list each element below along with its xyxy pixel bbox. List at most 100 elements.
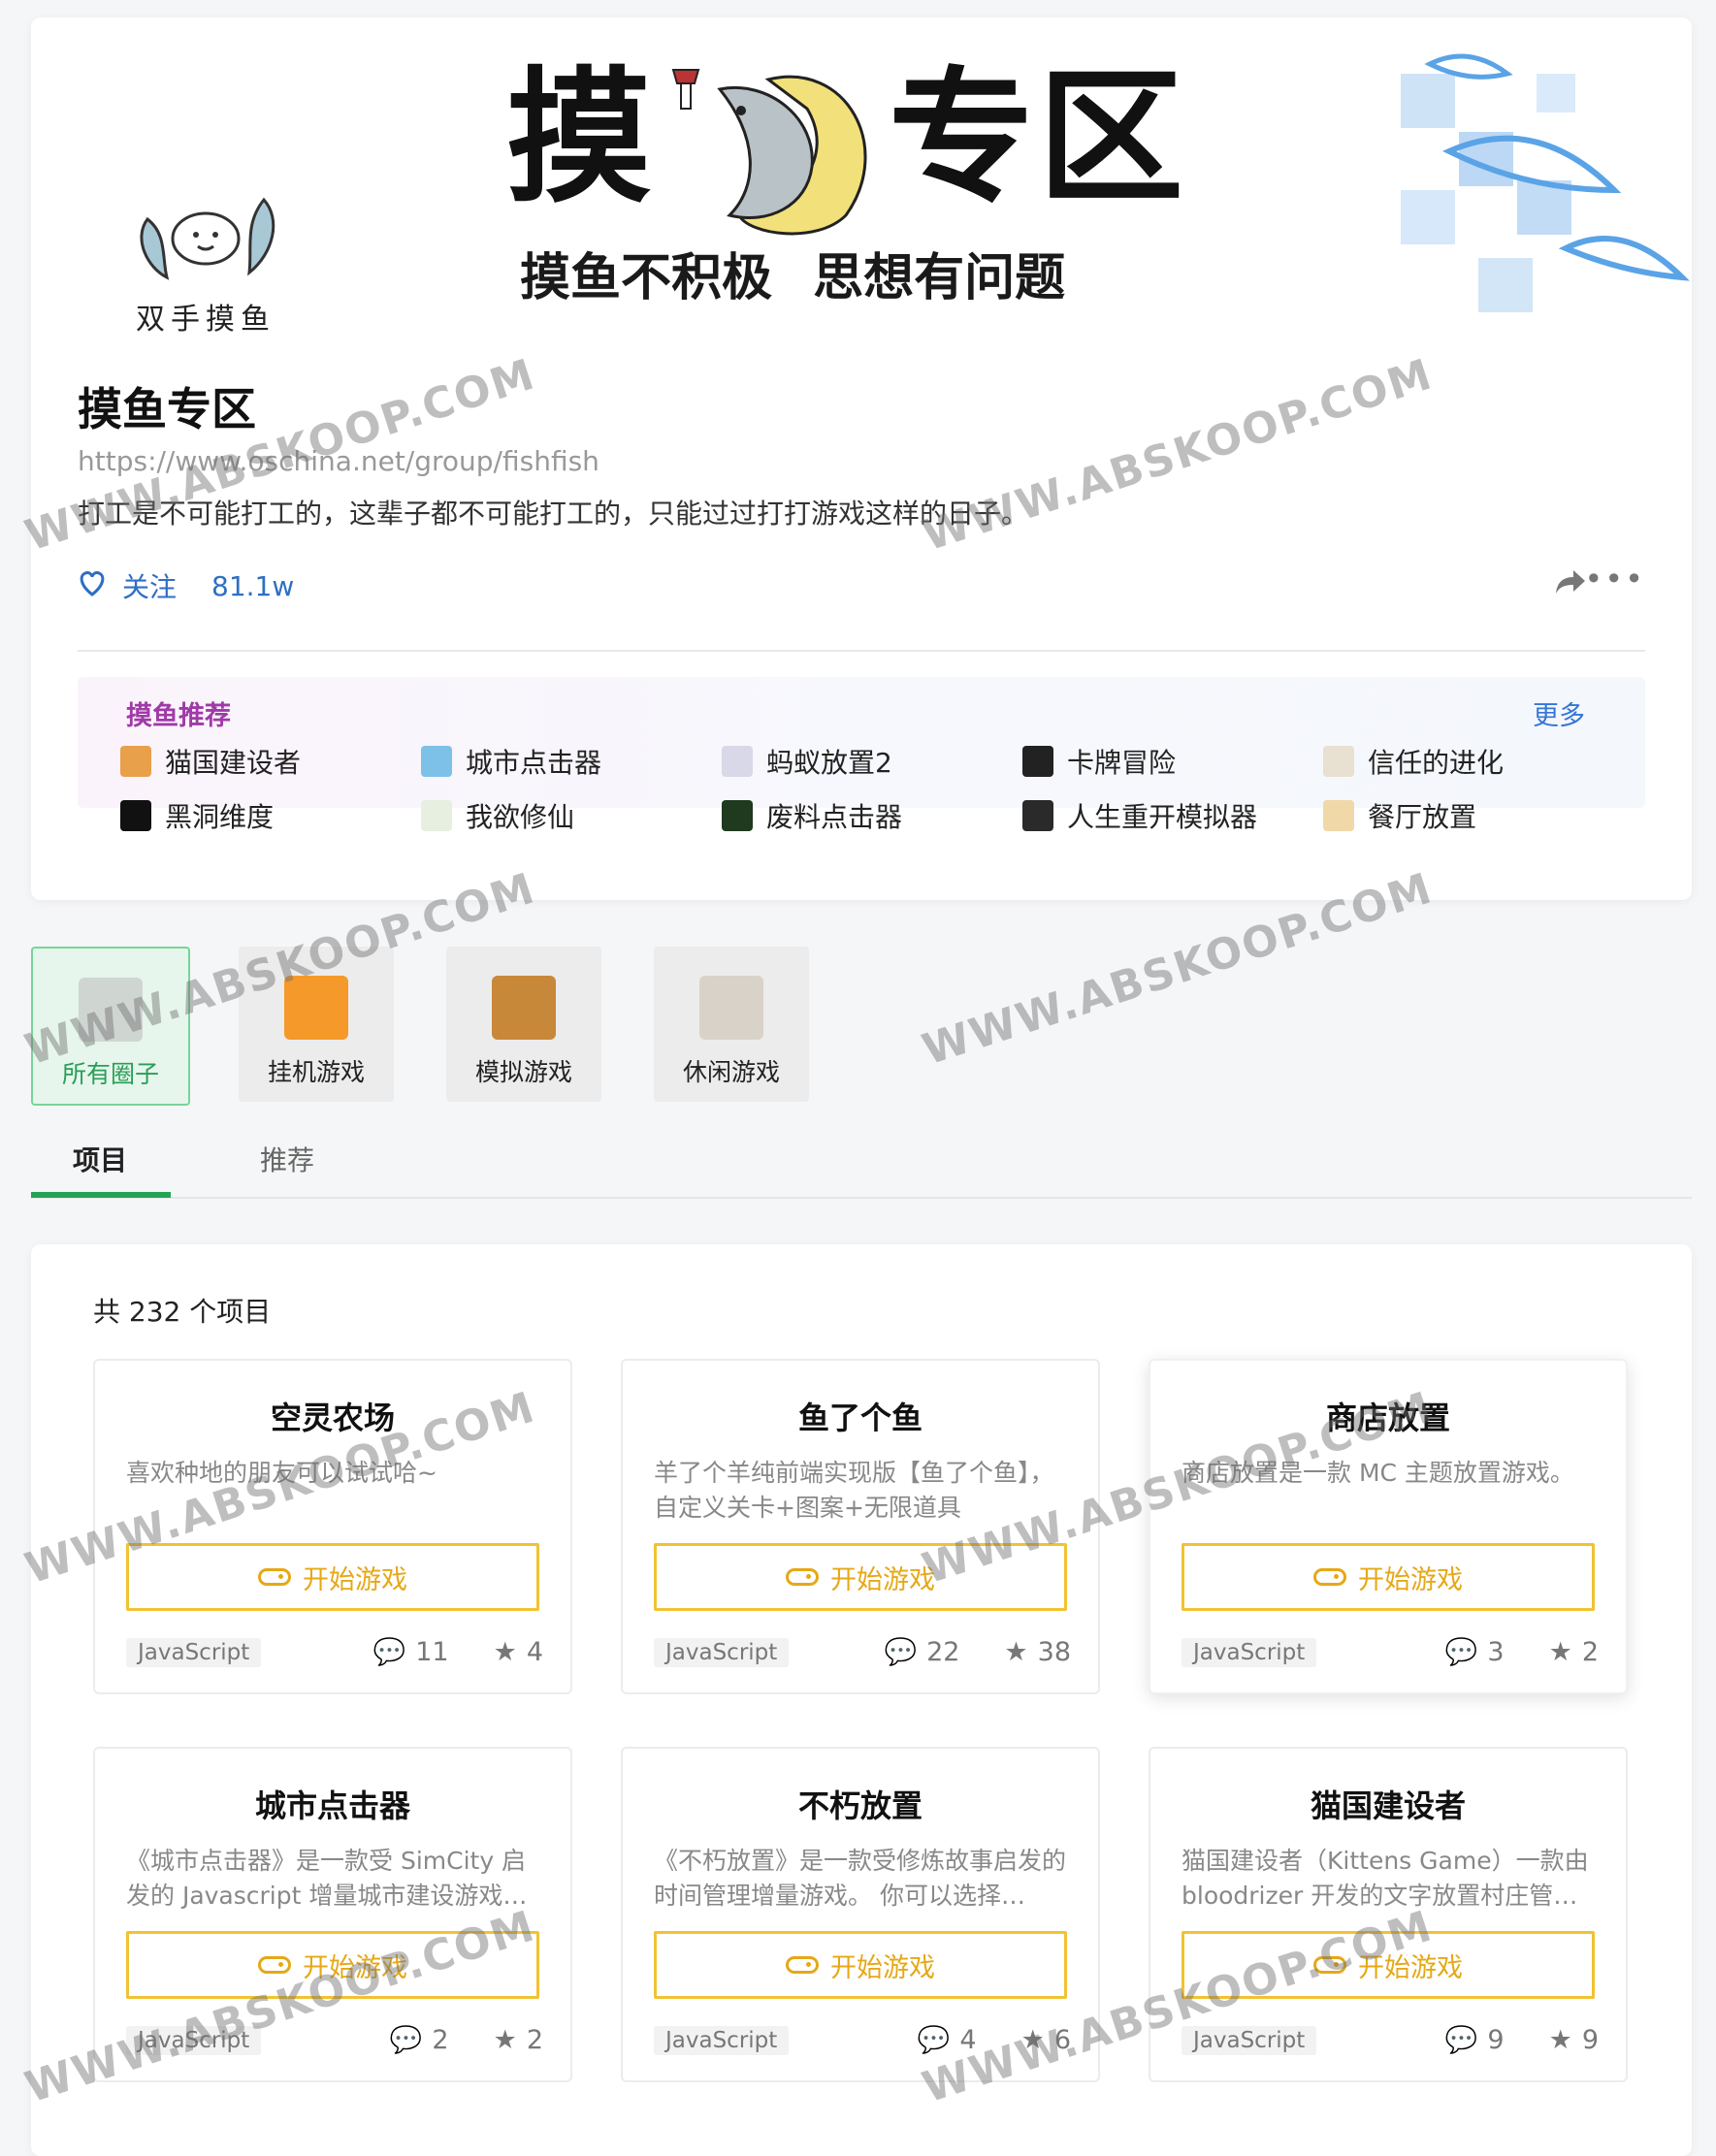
category-simulation-games[interactable]: 模拟游戏	[446, 947, 601, 1102]
project-card[interactable]: 商店放置 商店放置是一款 MC 主题放置游戏。 开始游戏 JavaScript …	[1149, 1359, 1628, 1694]
star-count: 6	[1053, 2024, 1071, 2055]
project-title[interactable]: 商店放置	[1150, 1394, 1626, 1438]
tabs-divider	[31, 1197, 1692, 1199]
follow-button[interactable]: 关注	[122, 566, 177, 605]
tab-projects[interactable]: 项目	[73, 1140, 127, 1178]
recommend-item-label: 城市点击器	[466, 747, 602, 779]
language-tag: JavaScript	[654, 1638, 790, 1667]
recommend-item-label: 餐厅放置	[1368, 801, 1477, 833]
game-icon	[421, 800, 452, 831]
game-icon	[421, 746, 452, 777]
project-card[interactable]: 不朽放置 《不朽放置》是一款受修炼故事启发的时间管理增量游戏。 你可以选择… 开…	[621, 1747, 1100, 2082]
dos-box-icon	[492, 976, 556, 1040]
star-icon: ★	[493, 2024, 517, 2055]
game-icon	[1323, 800, 1354, 831]
start-game-button[interactable]: 开始游戏	[126, 1543, 539, 1611]
start-game-label: 开始游戏	[1358, 1564, 1463, 1595]
recommend-item[interactable]: 猫国建设者	[120, 743, 421, 780]
start-game-button[interactable]: 开始游戏	[1182, 1543, 1595, 1611]
project-card[interactable]: 空灵农场 喜欢种地的朋友可以试试哈~ 开始游戏 JavaScript 💬 11 ★ 4	[93, 1359, 572, 1694]
recommend-item[interactable]: 黑洞维度	[120, 797, 421, 834]
comment-count: 3	[1487, 1636, 1505, 1667]
category-label: 模拟游戏	[474, 1058, 572, 1086]
group-header-card: 摸 专区 摸鱼不积极 思想有问题 双手摸鱼 摸鱼专区 https://www.os…	[31, 17, 1692, 900]
project-description: 喜欢种地的朋友可以试试哈~	[126, 1459, 437, 1487]
group-url[interactable]: https://www.oschina.net/group/fishfish	[78, 445, 599, 477]
recommend-item[interactable]: 餐厅放置	[1323, 797, 1624, 834]
game-icon	[1022, 800, 1053, 831]
category-idle-games[interactable]: 挂机游戏	[239, 947, 394, 1102]
follow-row: 关注 81.1w	[78, 566, 294, 605]
star-icon: ★	[1004, 1636, 1028, 1667]
recommend-item[interactable]: 卡牌冒险	[1022, 743, 1323, 780]
project-stats: 💬 22 ★ 38	[884, 1636, 1071, 1668]
comment-count: 2	[432, 2024, 449, 2055]
project-title[interactable]: 不朽放置	[623, 1782, 1098, 1826]
category-casual-games[interactable]: 休闲游戏	[654, 947, 809, 1102]
recommend-panel: 摸鱼推荐 更多 猫国建设者 城市点击器 蚂蚁放置2 卡牌冒险 信任的进化 黑洞维…	[78, 677, 1645, 833]
start-game-button[interactable]: 开始游戏	[1182, 1931, 1595, 1999]
share-icon[interactable]	[1554, 566, 1587, 603]
tab-recommend[interactable]: 推荐	[260, 1140, 314, 1178]
comment-icon: 💬	[1444, 2025, 1478, 2055]
project-description: 《城市点击器》是一款受 SimCity 启发的 Javascript 增量城市建…	[126, 1847, 528, 1910]
comment-icon: 💬	[917, 2025, 951, 2055]
project-description: 商店放置是一款 MC 主题放置游戏。	[1182, 1459, 1574, 1487]
gamepad-icon	[258, 1956, 291, 1974]
banner-subtitle: 摸鱼不积极 思想有问题	[520, 249, 1066, 307]
follower-count: 81.1w	[211, 569, 295, 602]
star-icon: ★	[1020, 2024, 1045, 2055]
start-game-button[interactable]: 开始游戏	[654, 1931, 1067, 1999]
category-label: 所有圈子	[61, 1060, 159, 1088]
recommend-item[interactable]: 人生重开模拟器	[1022, 797, 1323, 834]
two-fish-icon	[140, 197, 275, 280]
gamepad-icon	[786, 1568, 819, 1586]
start-game-button[interactable]: 开始游戏	[654, 1543, 1067, 1611]
recommend-item[interactable]: 信任的进化	[1323, 743, 1624, 780]
group-description: 打工是不可能打工的，这辈子都不可能打工的，只能过过打打游戏这样的日子。	[78, 498, 1029, 530]
heart-icon[interactable]	[78, 569, 107, 603]
language-tag: JavaScript	[126, 2026, 262, 2055]
cup-icon	[699, 976, 763, 1040]
recommend-item-label: 我欲修仙	[466, 801, 575, 833]
project-title[interactable]: 城市点击器	[95, 1782, 570, 1826]
group-logo: 双手摸鱼	[94, 190, 317, 338]
group-name: 摸鱼专区	[78, 383, 256, 435]
language-tag: JavaScript	[1182, 1638, 1317, 1667]
project-stats: 💬 9 ★ 9	[1444, 2024, 1599, 2056]
recommend-title: 摸鱼推荐	[126, 701, 231, 731]
comment-count: 11	[415, 1636, 449, 1667]
recommend-item[interactable]: 蚂蚁放置2	[722, 743, 1022, 780]
comment-count: 4	[959, 2024, 977, 2055]
category-all-circles[interactable]: 所有圈子	[31, 947, 190, 1106]
project-card[interactable]: 鱼了个鱼 羊了个羊纯前端实现版【鱼了个鱼】，自定义关卡+图案+无限道具 开始游戏…	[621, 1359, 1100, 1694]
recommend-more-link[interactable]: 更多	[1533, 694, 1585, 732]
project-title[interactable]: 猫国建设者	[1150, 1782, 1626, 1826]
gamepad-icon	[1313, 1956, 1346, 1974]
game-icon	[722, 746, 753, 777]
project-stats: 💬 3 ★ 2	[1445, 1636, 1599, 1668]
game-icon	[120, 800, 151, 831]
project-card[interactable]: 城市点击器 《城市点击器》是一款受 SimCity 启发的 Javascript…	[93, 1747, 572, 2082]
star-count: 2	[1581, 1636, 1599, 1667]
recommend-item-label: 卡牌冒险	[1067, 747, 1177, 779]
game-icon	[1022, 746, 1053, 777]
star-count: 4	[526, 1636, 543, 1667]
project-card[interactable]: 猫国建设者 猫国建设者（Kittens Game）一款由 bloodrizer …	[1149, 1747, 1628, 2082]
recommend-item-label: 人生重开模拟器	[1067, 801, 1258, 833]
project-title[interactable]: 鱼了个鱼	[623, 1394, 1098, 1438]
project-description: 《不朽放置》是一款受修炼故事启发的时间管理增量游戏。 你可以选择…	[654, 1847, 1067, 1910]
recommend-grid: 猫国建设者 城市点击器 蚂蚁放置2 卡牌冒险 信任的进化 黑洞维度 我欲修仙 废…	[120, 743, 1624, 834]
star-icon: ★	[1548, 2024, 1572, 2055]
start-game-label: 开始游戏	[1358, 1952, 1463, 1983]
recommend-item[interactable]: 城市点击器	[421, 743, 722, 780]
recommend-item[interactable]: 废料点击器	[722, 797, 1022, 834]
project-description: 羊了个羊纯前端实现版【鱼了个鱼】，自定义关卡+图案+无限道具	[654, 1459, 1054, 1522]
start-game-label: 开始游戏	[303, 1564, 407, 1595]
more-options-icon[interactable]: •••	[1584, 561, 1645, 597]
recommend-item[interactable]: 我欲修仙	[421, 797, 722, 834]
project-title[interactable]: 空灵农场	[95, 1394, 570, 1438]
comment-icon: 💬	[372, 1637, 406, 1667]
star-count: 38	[1037, 1636, 1071, 1667]
start-game-button[interactable]: 开始游戏	[126, 1931, 539, 1999]
